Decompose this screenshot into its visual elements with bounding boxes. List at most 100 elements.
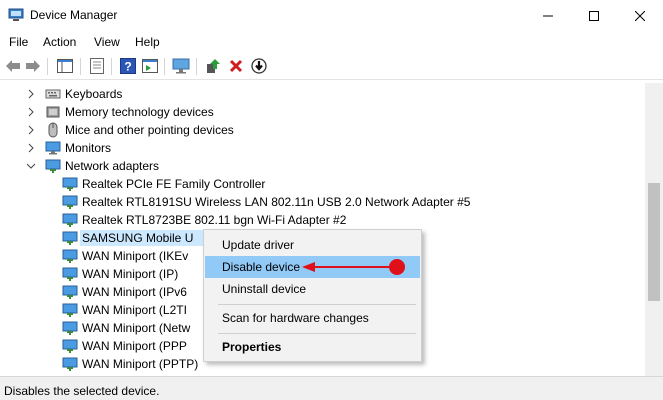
chevron-right-icon[interactable]	[25, 85, 37, 103]
help-button[interactable]: ?	[119, 57, 137, 75]
mouse-icon	[48, 122, 58, 138]
maximize-icon	[589, 10, 599, 21]
window-title: Device Manager	[30, 8, 118, 22]
vertical-scrollbar[interactable]	[645, 83, 663, 376]
svg-text:?: ?	[124, 60, 131, 74]
network-adapter-icon	[62, 231, 78, 245]
close-button[interactable]	[617, 0, 663, 31]
device-label: WAN Miniport (Netw	[82, 321, 191, 335]
forward-arrow-icon	[26, 60, 40, 72]
tree-category-mice[interactable]: Mice and other pointing devices	[25, 121, 234, 139]
toolbar-separator	[80, 58, 81, 75]
network-adapter-icon	[62, 177, 78, 191]
device-manager-icon	[8, 8, 24, 21]
back-arrow-icon	[6, 60, 20, 72]
chevron-down-icon[interactable]	[25, 157, 37, 175]
toolbar: ?	[0, 53, 663, 80]
tree-category-memory[interactable]: Memory technology devices	[25, 103, 214, 121]
minimize-button[interactable]	[525, 0, 571, 31]
network-adapter-icon	[45, 159, 61, 173]
keyboard-icon	[45, 89, 61, 99]
device-label: WAN Miniport (IPv6	[82, 285, 187, 299]
menu-action[interactable]: Action	[43, 35, 76, 49]
tree-device[interactable]: WAN Miniport (IKEv	[62, 247, 188, 265]
category-label: Mice and other pointing devices	[65, 123, 234, 137]
toolbar-separator	[111, 58, 112, 75]
properties-icon	[90, 58, 104, 74]
device-label: WAN Miniport (IKEv	[82, 249, 189, 263]
device-label: Realtek PCIe FE Family Controller	[82, 177, 266, 191]
disable-device-button[interactable]	[250, 57, 268, 75]
device-label: WAN Miniport (IP)	[82, 267, 179, 281]
tree-device[interactable]: WAN Miniport (PPP	[62, 337, 187, 355]
chevron-right-icon[interactable]	[25, 103, 37, 121]
category-label: Network adapters	[65, 159, 160, 173]
status-bar: Disables the selected device.	[0, 376, 663, 400]
tree-device[interactable]: WAN Miniport (IPv6	[62, 283, 187, 301]
memory-icon	[46, 106, 60, 118]
network-adapter-icon	[62, 195, 78, 209]
minimize-icon	[543, 15, 553, 16]
network-adapter-icon	[62, 357, 78, 371]
tree-device[interactable]: WAN Miniport (L2TI	[62, 301, 187, 319]
category-label: Memory technology devices	[65, 105, 214, 119]
action-pane-icon	[142, 59, 158, 73]
menu-bar: File Action View Help	[0, 31, 663, 53]
monitor-icon	[45, 141, 61, 155]
chevron-right-icon[interactable]	[25, 121, 37, 139]
back-button[interactable]	[4, 57, 22, 75]
tree-device[interactable]: Realtek PCIe FE Family Controller	[62, 175, 265, 193]
help-icon: ?	[120, 58, 136, 74]
toolbar-separator	[164, 58, 165, 75]
tree-device[interactable]: Realtek RTL8723BE 802.11 bgn Wi-Fi Adapt…	[62, 211, 346, 229]
chevron-right-icon[interactable]	[25, 139, 37, 157]
download-circle-icon	[251, 58, 267, 74]
tree-device[interactable]: WAN Miniport (IP)	[62, 265, 178, 283]
network-adapter-icon	[62, 267, 78, 281]
device-label: Realtek RTL8191SU Wireless LAN 802.11n U…	[82, 195, 471, 209]
monitor-icon	[172, 58, 190, 74]
properties-button[interactable]	[88, 57, 106, 75]
category-label: Keyboards	[65, 87, 123, 101]
menu-update-driver[interactable]: Update driver	[205, 234, 420, 256]
toolbar-separator	[47, 58, 48, 75]
tree-category-network-adapters[interactable]: Network adapters	[25, 157, 159, 175]
device-label: WAN Miniport (PPP	[82, 339, 187, 353]
menu-scan-hardware[interactable]: Scan for hardware changes	[205, 307, 420, 329]
context-menu: Update driver Disable device Uninstall d…	[203, 229, 422, 362]
menu-help[interactable]: Help	[135, 35, 160, 49]
menu-uninstall-device[interactable]: Uninstall device	[205, 278, 420, 300]
update-driver-button[interactable]	[204, 57, 222, 75]
action-pane-button[interactable]	[141, 57, 159, 75]
tree-device[interactable]: Realtek RTL8191SU Wireless LAN 802.11n U…	[62, 193, 470, 211]
device-label: WAN Miniport (L2TI	[82, 303, 187, 317]
tree-category-monitors[interactable]: Monitors	[25, 139, 111, 157]
device-label: WAN Miniport (PPTP)	[82, 357, 199, 371]
network-adapter-icon	[62, 213, 78, 227]
menu-file[interactable]: File	[9, 35, 28, 49]
tree-category-keyboards[interactable]: Keyboards	[25, 85, 122, 103]
tree-device[interactable]: WAN Miniport (Netw	[62, 319, 190, 337]
network-adapter-icon	[62, 339, 78, 353]
annotation-arrow-icon	[302, 259, 405, 275]
uninstall-x-icon	[229, 59, 243, 73]
network-adapter-icon	[62, 249, 78, 263]
network-adapter-icon	[62, 321, 78, 335]
toolbar-separator	[196, 58, 197, 75]
maximize-button[interactable]	[571, 0, 617, 31]
menu-view[interactable]: View	[94, 35, 120, 49]
network-adapter-icon	[62, 285, 78, 299]
uninstall-button[interactable]	[227, 57, 245, 75]
update-driver-icon	[207, 59, 220, 73]
status-text: Disables the selected device.	[4, 384, 160, 398]
scrollbar-thumb[interactable]	[648, 183, 660, 301]
console-tree-button[interactable]	[56, 57, 74, 75]
title-bar: Device Manager	[0, 0, 663, 31]
show-hide-console-tree-icon	[57, 59, 73, 73]
scan-hardware-button[interactable]	[172, 57, 190, 75]
tree-device[interactable]: WAN Miniport (PPTP)	[62, 355, 198, 373]
device-label: Realtek RTL8723BE 802.11 bgn Wi-Fi Adapt…	[82, 213, 347, 227]
menu-separator	[218, 304, 416, 305]
menu-properties[interactable]: Properties	[205, 336, 420, 358]
forward-button[interactable]	[24, 57, 42, 75]
